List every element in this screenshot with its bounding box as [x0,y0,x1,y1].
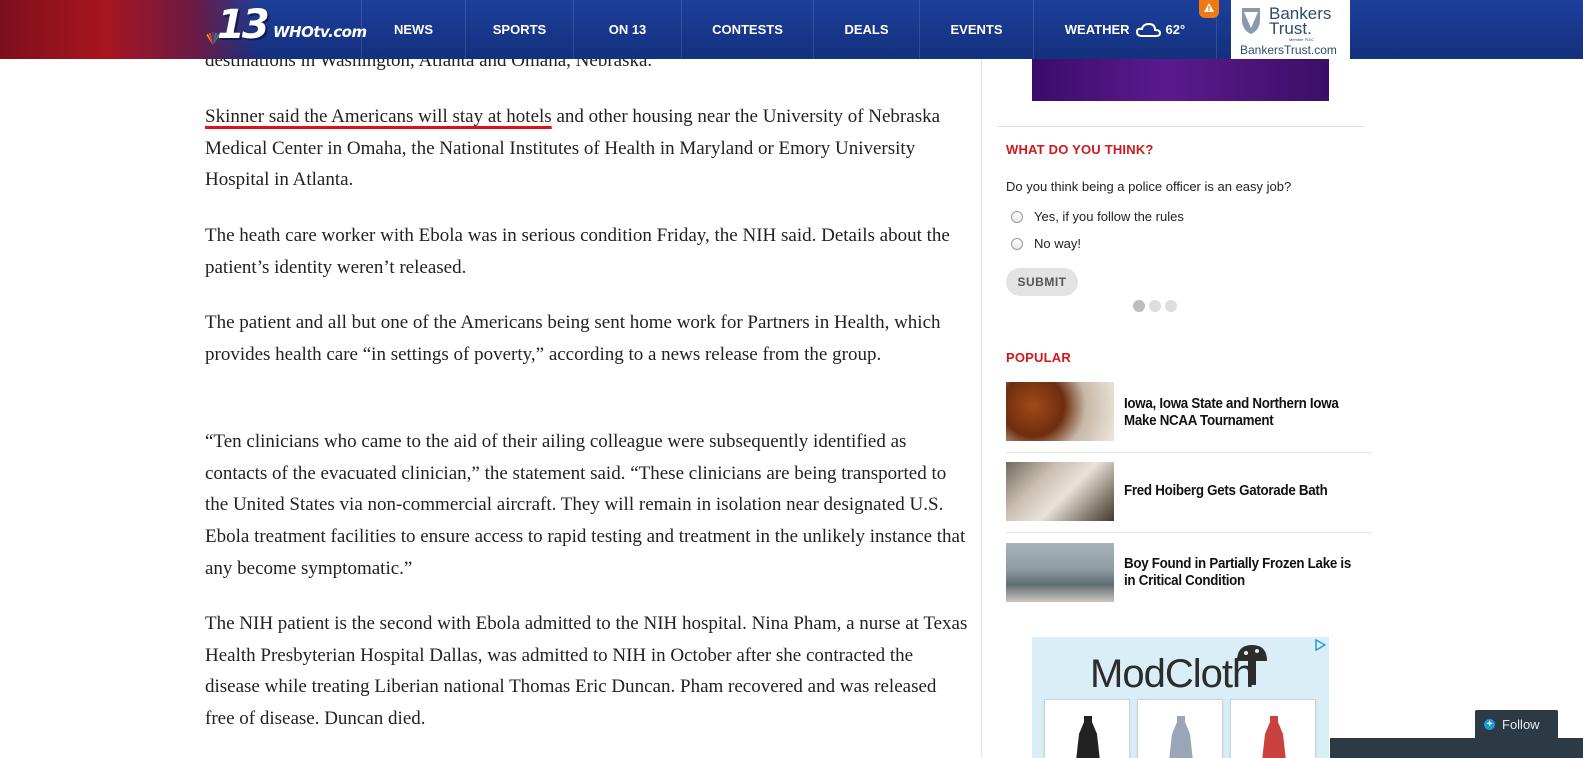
nav-news[interactable]: NEWS [361,0,465,59]
radio-button[interactable] [1011,210,1023,223]
pagination-dot-3[interactable] [1165,300,1177,312]
sidebar-divider [997,126,1364,127]
popular-separator [1006,452,1372,453]
product-card[interactable] [1137,699,1223,758]
nav-on13[interactable]: ON 13 [573,0,681,59]
poll-pagination [1133,300,1177,312]
logo-number: 13 [217,2,270,48]
frozen-lake-thumbnail[interactable] [1006,543,1114,602]
bt-url: BankersTrust.com [1240,43,1337,57]
partly-cloudy-icon [1135,22,1161,37]
modcloth-ad[interactable]: ModCloth [1032,637,1329,758]
bt-member-fdic: Member FDIC [1289,37,1315,42]
bankers-trust-name: Bankers Trust. [1269,5,1331,38]
bankers-trust-ad[interactable]: Bankers Trust. Member FDIC BankersTrust.… [1231,0,1350,59]
poll-option-no[interactable]: No way! [1011,236,1081,251]
weather-alert-badge[interactable] [1199,0,1219,18]
gatorade-bath-thumbnail[interactable] [1006,462,1114,521]
site-header: 13 WHOtv.com NEWS SPORTS ON 13 CONTESTS … [0,0,1583,59]
pagination-dot-2[interactable] [1149,300,1161,312]
product-card[interactable] [1230,699,1316,758]
article-paragraph-5: The NIH patient is the second with Ebola… [205,613,968,730]
modcloth-logo: ModCloth [1090,652,1254,696]
poll-question: Do you think being a police officer is a… [1006,179,1292,194]
article-paragraph-1: Skinner said the Americans will stay at … [205,101,970,196]
logo-brand: WHOtv.com [273,23,367,41]
popular-separator [1006,532,1372,533]
nav-weather[interactable]: WEATHER 62° [1033,0,1217,59]
nav-contests[interactable]: CONTESTS [681,0,813,59]
follow-label: Follow [1502,717,1540,732]
highlighted-sentence: Skinner said the Americans will stay at … [205,106,552,127]
follow-button[interactable]: + Follow [1475,710,1558,739]
nav-events[interactable]: EVENTS [919,0,1033,59]
radio-button[interactable] [1011,237,1023,250]
site-logo[interactable]: 13 WHOtv.com [205,2,367,52]
pagination-dot-1[interactable] [1133,300,1145,312]
mushroom-icon [1237,645,1267,685]
dress-icon [1262,716,1286,758]
product-card[interactable] [1044,699,1130,758]
bt-name-line2: Trust. [1269,19,1312,38]
basketball-thumbnail[interactable] [1006,382,1114,441]
poll-option-label: No way! [1034,236,1081,251]
bottom-bar [1330,738,1583,758]
column-divider [981,59,982,758]
main-nav: NEWS SPORTS ON 13 CONTESTS DEALS EVENTS … [361,0,1217,59]
dress-icon [1169,716,1193,758]
poll-heading: WHAT DO YOU THINK? [1006,142,1154,157]
article-paragraph-2: The heath care worker with Ebola was in … [205,225,950,278]
poll-option-label: Yes, if you follow the rules [1034,209,1184,224]
top-sidebar-ad[interactable] [1032,59,1329,101]
adchoices-icon[interactable] [1314,639,1326,651]
popular-item-title[interactable]: Iowa, Iowa State and Northern Iowa Make … [1124,396,1354,430]
nav-sports[interactable]: SPORTS [465,0,573,59]
poll-submit-button[interactable]: SUBMIT [1006,268,1078,296]
popular-heading: POPULAR [1006,350,1071,365]
plus-icon: + [1484,719,1495,730]
article-paragraph-4: “Ten clinicians who came to the aid of t… [205,431,966,579]
alert-icon [1204,3,1214,12]
article-paragraph-3: The patient and all but one of the Ameri… [205,312,941,365]
bankers-trust-shield-icon [1242,8,1260,34]
nav-deals[interactable]: DEALS [813,0,919,59]
dress-icon [1076,716,1100,758]
weather-temp: 62° [1165,22,1186,37]
popular-item-title[interactable]: Boy Found in Partially Frozen Lake is in… [1124,556,1354,590]
poll-option-yes[interactable]: Yes, if you follow the rules [1011,209,1184,224]
weather-label: WEATHER [1064,22,1130,37]
popular-item-title[interactable]: Fred Hoiberg Gets Gatorade Bath [1124,483,1354,500]
